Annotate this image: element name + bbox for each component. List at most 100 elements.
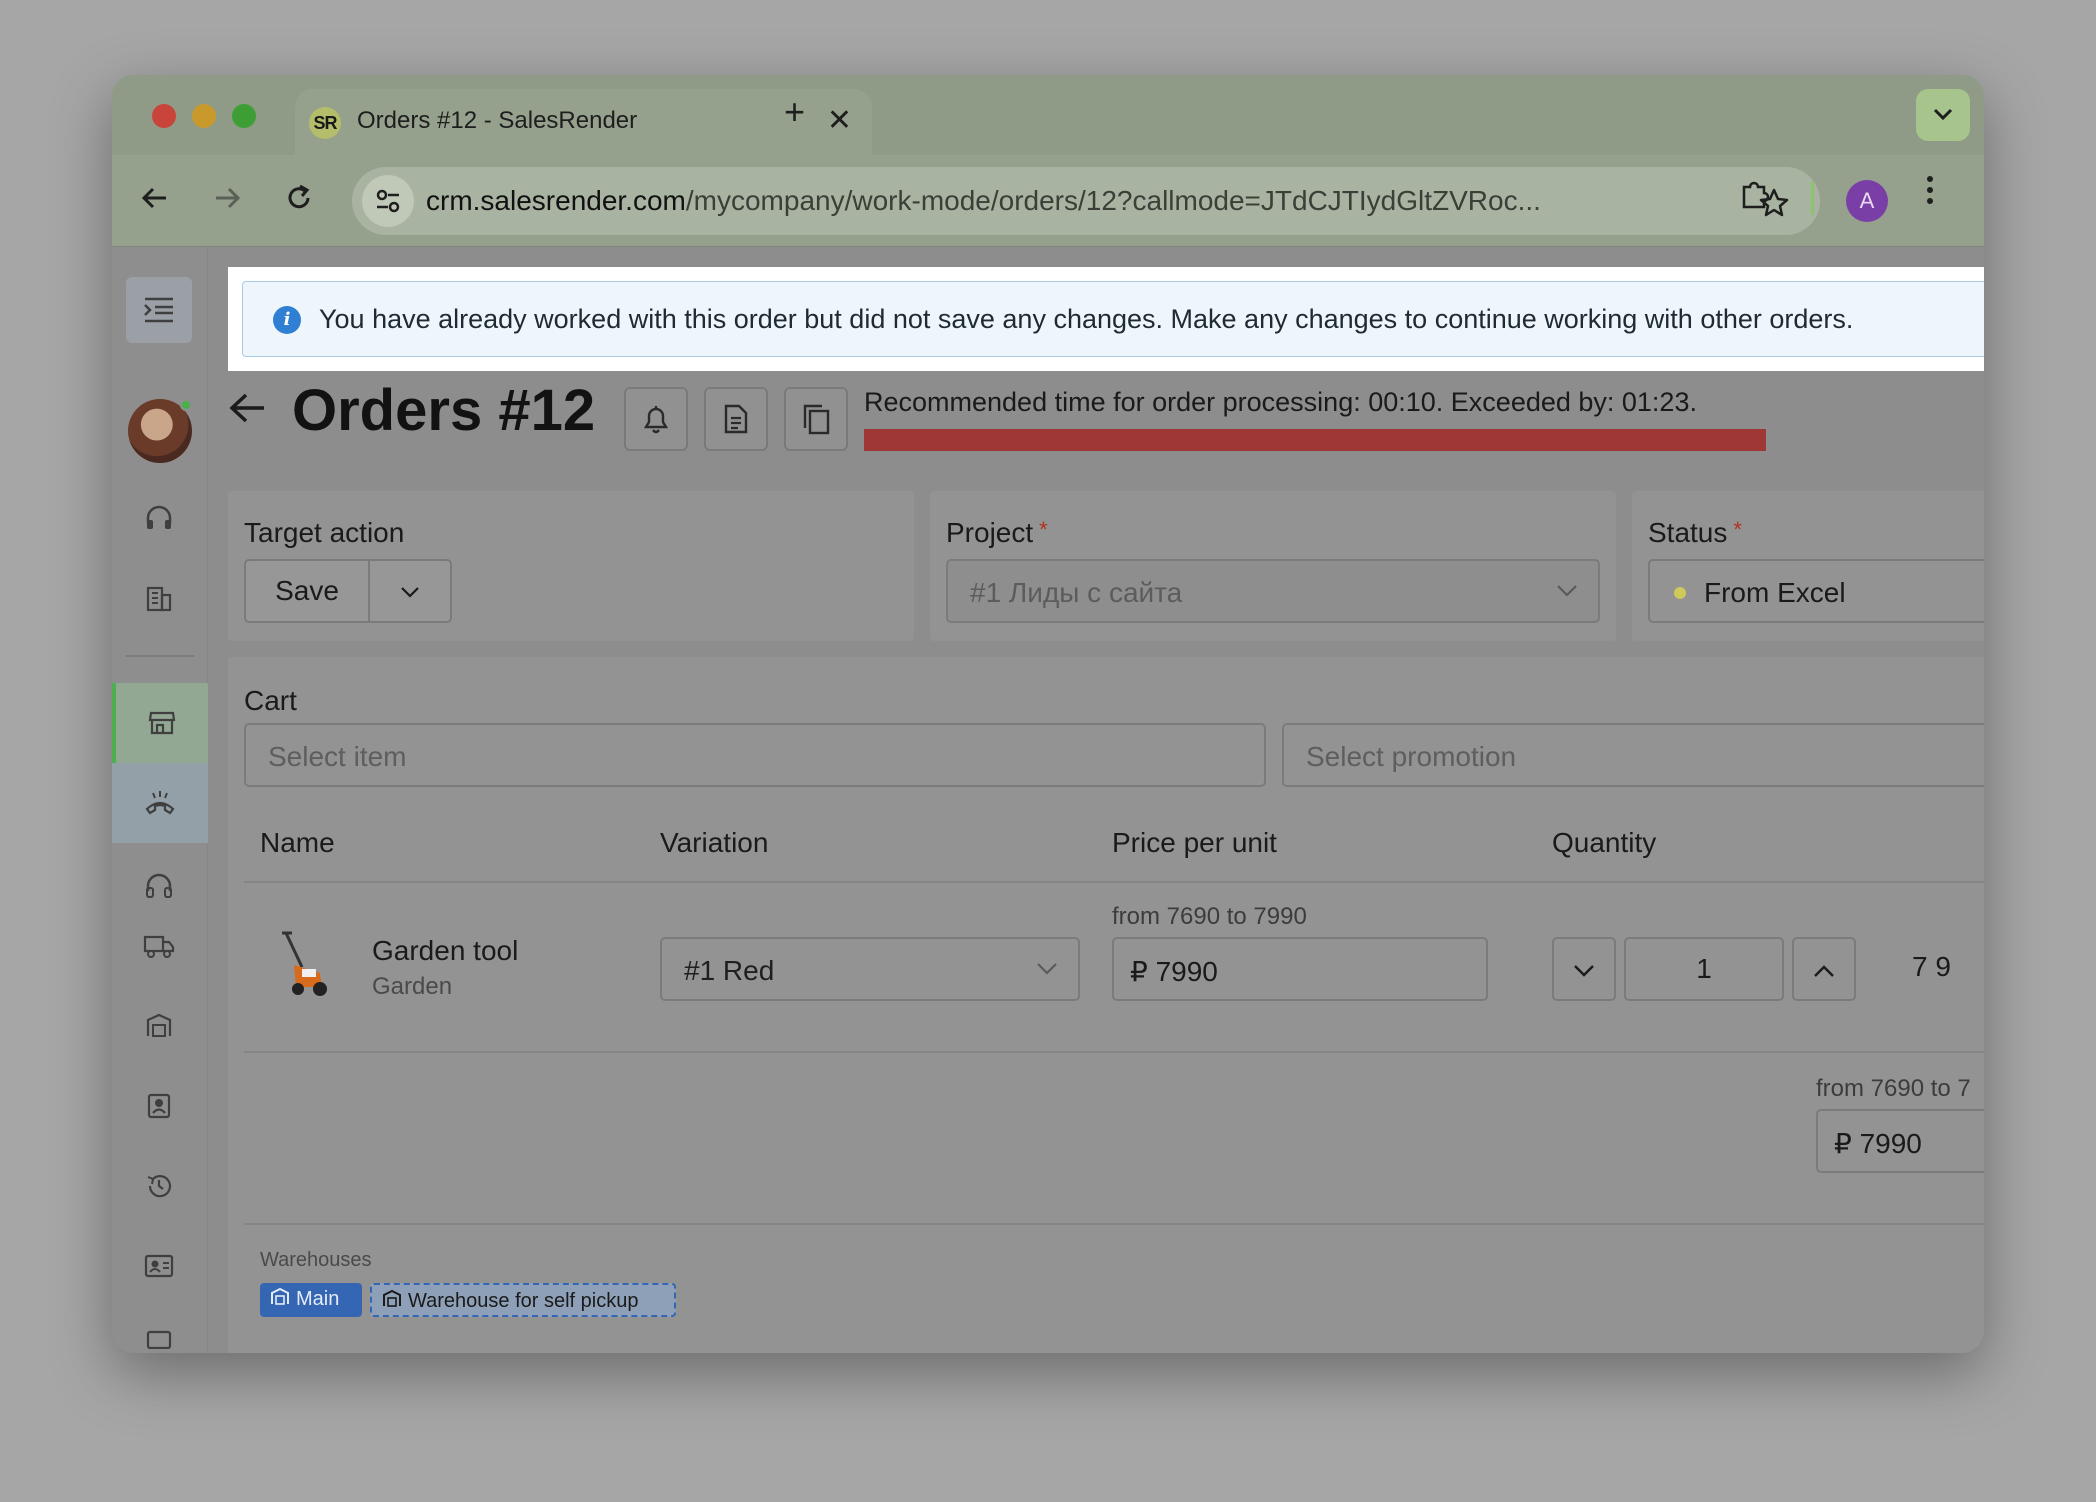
- chevron-down-icon: [1556, 577, 1578, 605]
- sidebar-item-operators[interactable]: [126, 853, 192, 919]
- sidebar: [112, 247, 208, 1353]
- app-area: i You have already worked with this orde…: [112, 247, 1984, 1353]
- browser-menu-icon[interactable]: [1926, 173, 1934, 216]
- maximize-window-button[interactable]: [232, 104, 256, 128]
- warehouse-tag-self-pickup[interactable]: Warehouse for self pickup: [370, 1283, 676, 1317]
- required-marker: *: [1039, 517, 1048, 542]
- reminder-button[interactable]: [624, 387, 688, 451]
- extra-price-input[interactable]: ₽ 7990: [1816, 1109, 1984, 1173]
- tab-close-icon[interactable]: ✕: [827, 103, 852, 138]
- status-value: From Excel: [1704, 577, 1846, 608]
- select-promotion-input[interactable]: Select promotion: [1282, 723, 1984, 787]
- browser-toolbar: crm.salesrender.com/mycompany/work-mode/…: [112, 155, 1984, 247]
- sidebar-item-company[interactable]: [126, 565, 192, 631]
- notice-highlight: i You have already worked with this orde…: [228, 267, 1984, 371]
- column-header-price: Price per unit: [1112, 827, 1277, 858]
- warehouse-name: Main: [296, 1288, 340, 1310]
- status-select[interactable]: From Excel: [1648, 559, 1984, 623]
- copy-button[interactable]: [784, 387, 848, 451]
- chevron-down-icon: [1933, 108, 1953, 121]
- contact-card-icon: [147, 1093, 171, 1119]
- price-value: ₽ 7990: [1130, 956, 1218, 987]
- table-divider: [244, 1051, 1984, 1053]
- sidebar-item-warehouses[interactable]: [126, 993, 192, 1059]
- url-text[interactable]: crm.salesrender.com/mycompany/work-mode/…: [426, 185, 1706, 217]
- price-per-unit-input[interactable]: ₽ 7990: [1112, 937, 1488, 1001]
- select-item-placeholder: Select item: [268, 741, 407, 772]
- history-icon: [147, 1175, 172, 1198]
- tab-search-button[interactable]: [1916, 89, 1970, 141]
- project-label: Project *: [946, 517, 1048, 549]
- save-options-button[interactable]: [370, 561, 450, 621]
- url-path: /mycompany/work-mode/orders/12?callmode=…: [685, 185, 1541, 216]
- product-name: Garden tool: [372, 935, 519, 966]
- minimize-window-button[interactable]: [192, 104, 216, 128]
- warehouse-icon: [270, 1283, 290, 1315]
- sidebar-item-work-mode[interactable]: [112, 763, 208, 843]
- status-label-text: Status: [1648, 517, 1728, 548]
- status-label: Status *: [1648, 517, 1742, 549]
- sidebar-item-more[interactable]: [126, 1307, 192, 1353]
- save-button[interactable]: Save: [246, 561, 370, 621]
- sidebar-item-contacts[interactable]: [126, 1073, 192, 1139]
- warehouses-label: Warehouses: [260, 1249, 372, 1271]
- status-card: Status * From Excel: [1632, 491, 1984, 641]
- chevron-up-icon: [1814, 965, 1834, 977]
- sidebar-divider: [126, 655, 194, 657]
- quantity-input[interactable]: 1: [1624, 937, 1784, 1001]
- tune-icon: [376, 189, 400, 213]
- table-divider: [244, 881, 1984, 883]
- sidebar-item-calls[interactable]: [126, 485, 192, 551]
- lawn-mower-image: [282, 931, 327, 996]
- building-icon: [146, 586, 172, 612]
- address-bar[interactable]: crm.salesrender.com/mycompany/work-mode/…: [352, 167, 1820, 235]
- title-bar: SR Orders #12 - SalesRender ✕ +: [112, 75, 1984, 155]
- select-item-input[interactable]: Select item: [244, 723, 1266, 787]
- warehouse-tag-main[interactable]: Main: [260, 1283, 362, 1317]
- extensions-button[interactable]: [1738, 177, 1772, 219]
- puzzle-icon: [1742, 181, 1770, 209]
- project-select[interactable]: #1 Лиды с сайта: [946, 559, 1600, 623]
- phone-hangup-icon: [145, 791, 175, 815]
- salesrender-favicon-icon: SR: [309, 107, 341, 139]
- price-range-hint: from 7690 to 7990: [1112, 903, 1307, 930]
- warehouse-name: Warehouse for self pickup: [408, 1290, 639, 1312]
- processing-timer-text: Recommended time for order processing: 0…: [864, 387, 1697, 417]
- document-button[interactable]: [704, 387, 768, 451]
- arrow-left-icon: [141, 187, 166, 209]
- back-button[interactable]: [130, 173, 180, 223]
- chevron-down-icon: [1574, 965, 1594, 977]
- target-action-card: Target action Save: [228, 491, 914, 641]
- back-button[interactable]: [228, 387, 268, 437]
- warehouse-icon: [146, 1013, 172, 1037]
- project-label-text: Project: [946, 517, 1034, 548]
- sidebar-item-history[interactable]: [126, 1153, 192, 1219]
- sidebar-toggle-button[interactable]: [126, 277, 192, 343]
- sidebar-item-profiles[interactable]: [126, 1233, 192, 1299]
- quantity-increase-button[interactable]: [1792, 937, 1856, 1001]
- inbox-icon: [146, 1330, 172, 1350]
- tab-title: Orders #12 - SalesRender: [357, 107, 638, 134]
- page-title: Orders #12: [292, 378, 596, 443]
- headset-icon: [146, 873, 172, 898]
- site-info-icon[interactable]: [362, 175, 414, 227]
- new-tab-button[interactable]: +: [784, 91, 805, 133]
- save-split-button: Save: [244, 559, 452, 623]
- chevron-down-icon: [401, 587, 419, 598]
- profile-avatar[interactable]: A: [1846, 180, 1888, 222]
- truck-icon: [143, 935, 175, 958]
- variation-select[interactable]: #1 Red: [660, 937, 1080, 1001]
- bell-icon: [643, 406, 669, 434]
- cart-card: Cart Select item Select promotion Name V…: [228, 657, 1984, 1353]
- info-banner: i You have already worked with this orde…: [242, 281, 1984, 357]
- close-window-button[interactable]: [152, 104, 176, 128]
- arrow-right-icon: [216, 187, 241, 209]
- forward-button[interactable]: [202, 173, 252, 223]
- sidebar-item-delivery[interactable]: [126, 913, 192, 979]
- reload-button[interactable]: [274, 173, 324, 223]
- quantity-decrease-button[interactable]: [1552, 937, 1616, 1001]
- url-host: crm.salesrender.com: [426, 185, 686, 216]
- cart-label: Cart: [244, 685, 297, 716]
- sidebar-item-orders[interactable]: [112, 683, 208, 763]
- id-card-icon: [144, 1254, 174, 1278]
